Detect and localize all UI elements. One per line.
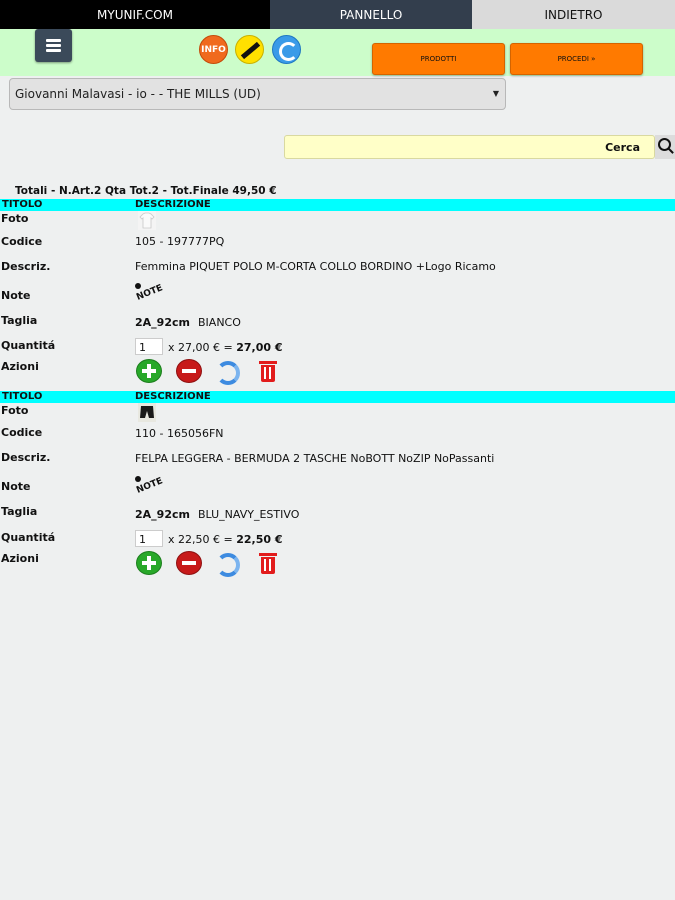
note-icon[interactable]: NOTE [135, 476, 165, 498]
remove-icon[interactable] [176, 359, 202, 383]
header-titolo: TITOLO [2, 199, 43, 210]
label-note: Note [1, 480, 31, 493]
header-descrizione: DESCRIZIONE [135, 199, 211, 210]
note-icon[interactable]: NOTE [135, 283, 165, 305]
trash-icon[interactable] [255, 551, 281, 575]
item-code: 105 - 197777PQ [135, 235, 225, 248]
customer-select-value: Giovanni Malavasi - io - - THE MILLS (UD… [15, 87, 261, 101]
add-icon[interactable] [136, 551, 162, 575]
label-note: Note [1, 289, 31, 302]
top-nav: MYUNIF.COM PANNELLO INDIETRO [0, 0, 675, 29]
search-input[interactable]: Cerca [284, 135, 655, 159]
label-quantita: Quantitá [1, 339, 56, 352]
trash-icon[interactable] [255, 359, 281, 383]
nav-tab-pannello[interactable]: PANNELLO [270, 0, 472, 29]
chevron-down-icon: ▼ [492, 89, 499, 98]
hamburger-menu-button[interactable] [35, 29, 72, 62]
refresh-icon[interactable] [214, 551, 240, 577]
item-description: Femmina PIQUET POLO M-CORTA COLLO BORDIN… [135, 260, 496, 273]
item-price: x 27,00 € = 27,00 € [168, 341, 283, 354]
cart-item: TITOLO DESCRIZIONE Foto Codice 110 - 165… [0, 391, 675, 581]
item-code: 110 - 165056FN [135, 427, 224, 440]
nav-tab-myunif[interactable]: MYUNIF.COM [0, 0, 270, 29]
item-size: 2A_92cm [135, 316, 190, 329]
label-azioni: Azioni [1, 360, 39, 373]
cart-totals: Totali - N.Art.2 Qta Tot.2 - Tot.Finale … [15, 185, 277, 197]
product-photo[interactable] [138, 211, 156, 230]
search-button[interactable] [655, 135, 675, 159]
refresh-icon[interactable] [214, 359, 240, 385]
products-button[interactable]: PRODOTTI [372, 43, 505, 75]
header-descrizione: DESCRIZIONE [135, 391, 211, 402]
label-taglia: Taglia [1, 314, 38, 327]
ruler-icon[interactable] [235, 35, 264, 64]
info-icon[interactable]: INFO [199, 35, 228, 64]
nav-tab-indietro[interactable]: INDIETRO [472, 0, 675, 29]
label-codice: Codice [1, 235, 43, 248]
quantity-input[interactable]: 1 [135, 338, 163, 355]
refresh-icon[interactable] [272, 35, 301, 64]
item-description: FELPA LEGGERA - BERMUDA 2 TASCHE NoBOTT … [135, 452, 495, 465]
label-foto: Foto [1, 212, 29, 225]
proceed-button[interactable]: PROCEDI » [510, 43, 643, 75]
product-photo[interactable] [138, 403, 156, 422]
header-titolo: TITOLO [2, 391, 43, 402]
add-icon[interactable] [136, 359, 162, 383]
item-header: TITOLO DESCRIZIONE [0, 391, 675, 403]
quantity-input[interactable]: 1 [135, 530, 163, 547]
item-size: 2A_92cm [135, 508, 190, 521]
label-quantita: Quantitá [1, 531, 56, 544]
search-label: Cerca [605, 141, 640, 154]
item-header: TITOLO DESCRIZIONE [0, 199, 675, 211]
label-azioni: Azioni [1, 552, 39, 565]
item-color: BIANCO [198, 316, 241, 329]
remove-icon[interactable] [176, 551, 202, 575]
cart-item: TITOLO DESCRIZIONE Foto Codice 105 - 197… [0, 199, 675, 389]
item-price: x 22,50 € = 22,50 € [168, 533, 283, 546]
label-descriz: Descriz. [1, 451, 51, 464]
customer-select[interactable]: Giovanni Malavasi - io - - THE MILLS (UD… [9, 78, 506, 110]
label-codice: Codice [1, 426, 43, 439]
item-color: BLU_NAVY_ESTIVO [198, 508, 300, 521]
label-taglia: Taglia [1, 505, 38, 518]
label-foto: Foto [1, 404, 29, 417]
label-descriz: Descriz. [1, 260, 51, 273]
